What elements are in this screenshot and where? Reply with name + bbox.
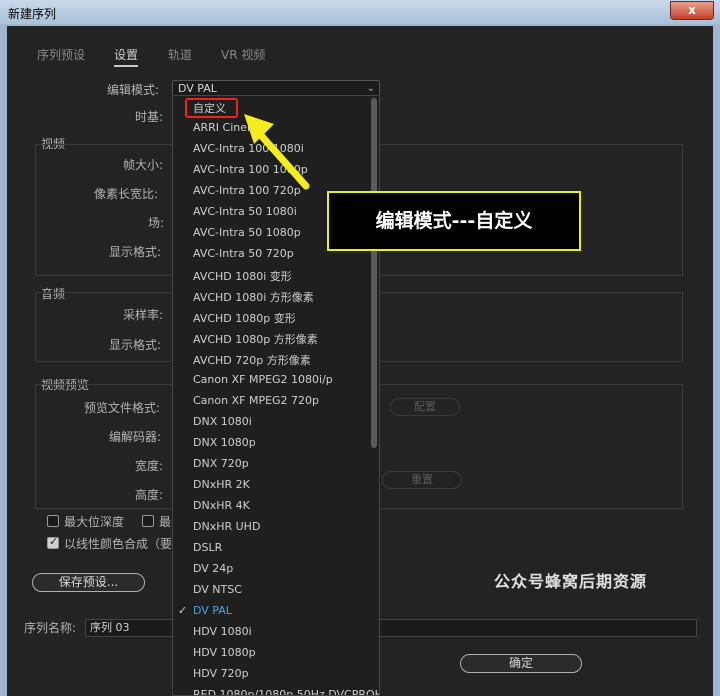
dropdown-item[interactable]: Canon XF MPEG2 1080i/p [193,373,333,386]
window-title: 新建序列 [8,7,57,21]
dropdown-item[interactable]: AVC-Intra 50 1080p [193,226,301,239]
edit-mode-value: DV PAL [178,82,217,95]
sequence-name-label: 序列名称: [24,621,77,635]
watermark-text: 公众号蜂窝后期资源 [494,572,648,591]
dialog-window: 新建序列 x 序列预设 设置 轨道 VR 视频 编辑模式: DV PAL ⌄ 时… [0,0,720,696]
dropdown-item[interactable]: AVCHD 1080p 方形像素 [193,331,318,347]
dropdown-item[interactable]: DV 24p [193,562,233,575]
max-render-quality-checkbox[interactable] [142,515,154,527]
frame-size-label: 帧大小: [123,158,164,172]
max-render-quality-label: 最 [159,515,172,529]
display-format-label: 显示格式: [109,245,162,259]
dropdown-scrollbar[interactable] [371,98,377,448]
save-preset-button[interactable]: 保存预设... [32,573,145,592]
dropdown-item[interactable]: DNxHR 4K [193,499,250,512]
dropdown-item[interactable]: AVCHD 720p 方形像素 [193,352,311,368]
dropdown-item[interactable]: AVCHD 1080i 方形像素 [193,289,314,305]
dropdown-item[interactable]: DNX 720p [193,457,249,470]
dropdown-item[interactable]: AVCHD 1080i 变形 [193,268,292,284]
dropdown-item[interactable]: DNX 1080p [193,436,256,449]
dropdown-item[interactable]: DNxHR UHD [193,520,260,533]
dropdown-item[interactable]: 自定义 [193,100,226,116]
dropdown-item[interactable]: HDV 720p [193,667,249,680]
tab-vr-video[interactable]: VR 视频 [221,46,265,63]
reset-button[interactable]: 重置 [382,471,462,489]
dropdown-item[interactable]: DNX 1080i [193,415,252,428]
edit-mode-label: 编辑模式: [107,83,160,97]
dropdown-item[interactable]: RED 1080p/1080p 50Hz DVCPROHD [193,688,379,695]
dropdown-item[interactable]: AVC-Intra 50 1080i [193,205,297,218]
dropdown-item[interactable]: AVC-Intra 50 720p [193,247,294,260]
timebase-label: 时基: [135,110,164,124]
callout-box: 编辑模式---自定义 [327,191,581,251]
ok-button[interactable]: 确定 [460,654,582,673]
dropdown-item[interactable]: HDV 1080p [193,646,256,659]
pixel-aspect-label: 像素长宽比: [94,187,159,201]
max-bit-depth-label: 最大位深度 [64,515,125,529]
audio-display-format-label: 显示格式: [109,338,162,352]
linear-color-checkbox[interactable] [47,535,59,549]
dropdown-item[interactable]: Canon XF MPEG2 720p [193,394,319,407]
codec-label: 编解码器: [109,430,162,444]
dropdown-item[interactable]: DSLR [193,541,222,554]
sample-rate-label: 采样率: [123,308,164,322]
arrow-annotation-icon [244,114,310,190]
tab-tracks[interactable]: 轨道 [168,46,192,63]
linear-color-label: 以线性颜色合成（要 [64,537,173,551]
height-label: 高度: [135,488,164,502]
field-label: 场: [148,216,165,230]
title-bar: 新建序列 x [0,0,720,24]
configure-button[interactable]: 配置 [390,398,460,416]
dropdown-item[interactable]: DV PAL [193,604,232,617]
tab-settings[interactable]: 设置 [114,46,139,67]
dropdown-item[interactable]: DNxHR 2K [193,478,250,491]
dropdown-item[interactable]: DV NTSC [193,583,242,596]
width-label: 宽度: [135,459,164,473]
dropdown-item[interactable]: HDV 1080i [193,625,252,638]
checkmark-icon: ✓ [178,604,188,617]
close-button[interactable]: x [670,1,714,20]
max-bit-depth-checkbox[interactable] [47,515,59,527]
tab-sequence-presets[interactable]: 序列预设 [37,46,85,63]
dropdown-item[interactable]: AVCHD 1080p 变形 [193,310,296,326]
preview-format-label: 预览文件格式: [84,401,161,415]
chevron-down-icon: ⌄ [366,83,375,94]
